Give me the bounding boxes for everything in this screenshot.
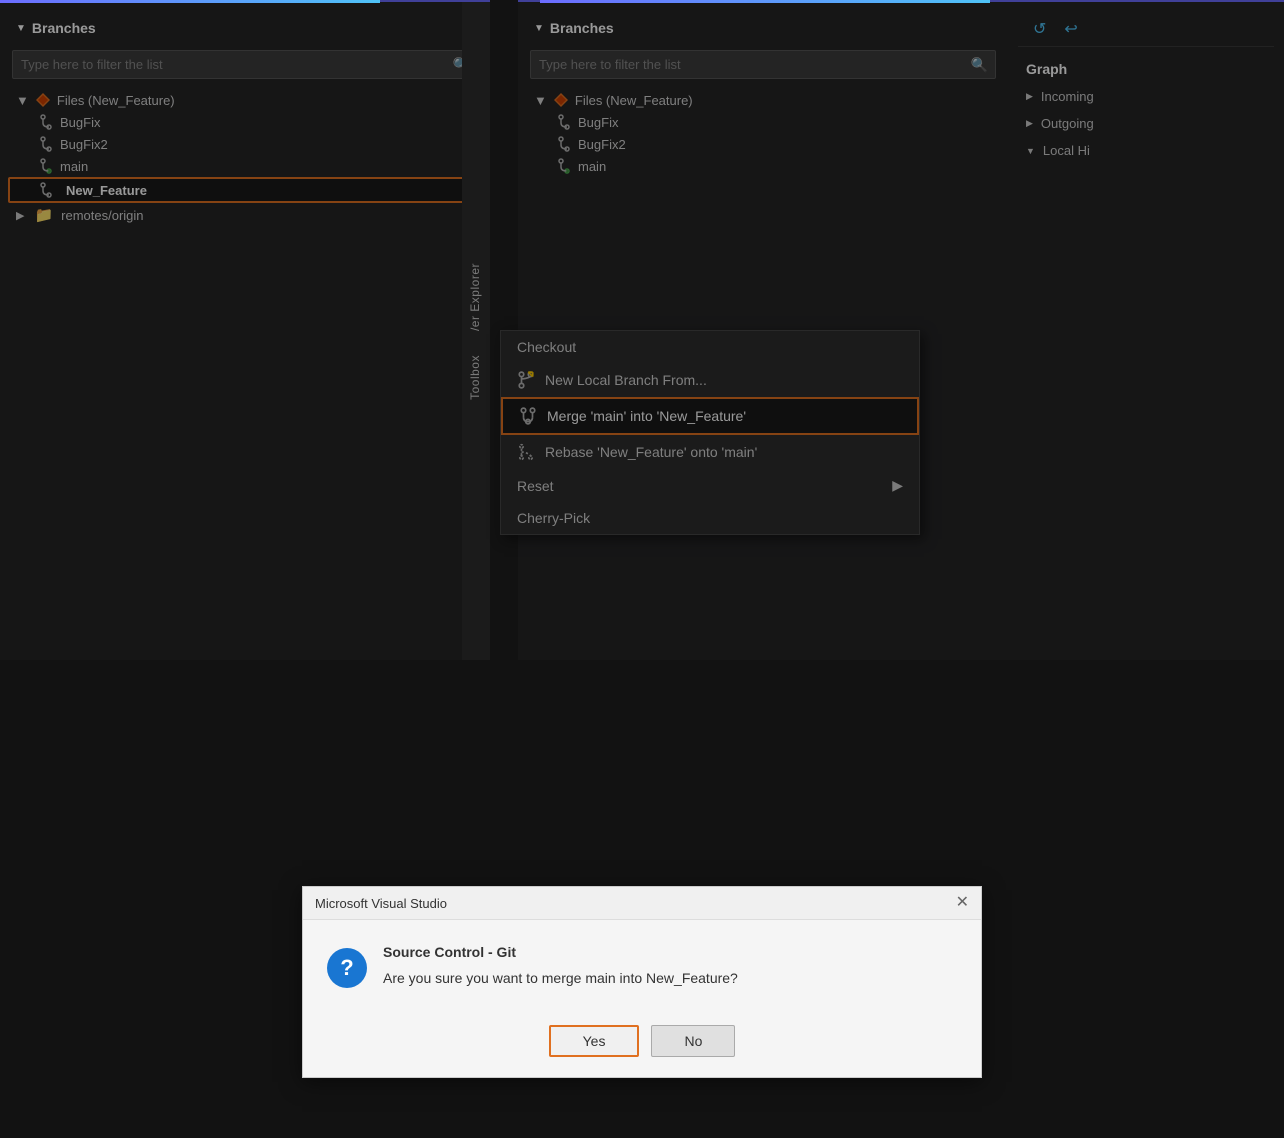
yes-button[interactable]: Yes [549,1025,640,1057]
modal-footer: Yes No [303,1009,981,1077]
modal-close-button[interactable]: ✕ [956,895,969,911]
progress-bar-left [0,0,380,3]
modal-overlay: Microsoft Visual Studio ✕ ? Source Contr… [0,0,1284,1138]
modal-dialog: Microsoft Visual Studio ✕ ? Source Contr… [302,886,982,1078]
modal-message: Are you sure you want to merge main into… [383,968,957,989]
modal-subtitle: Source Control - Git [383,944,957,960]
question-mark: ? [340,955,353,981]
modal-content-row: ? Source Control - Git Are you sure you … [327,944,957,989]
modal-body: ? Source Control - Git Are you sure you … [303,920,981,1009]
progress-bar-right [540,0,990,3]
modal-text-section: Source Control - Git Are you sure you wa… [383,944,957,989]
modal-title: Microsoft Visual Studio [315,896,447,911]
no-button[interactable]: No [651,1025,735,1057]
question-icon: ? [327,948,367,988]
modal-titlebar: Microsoft Visual Studio ✕ [303,887,981,920]
